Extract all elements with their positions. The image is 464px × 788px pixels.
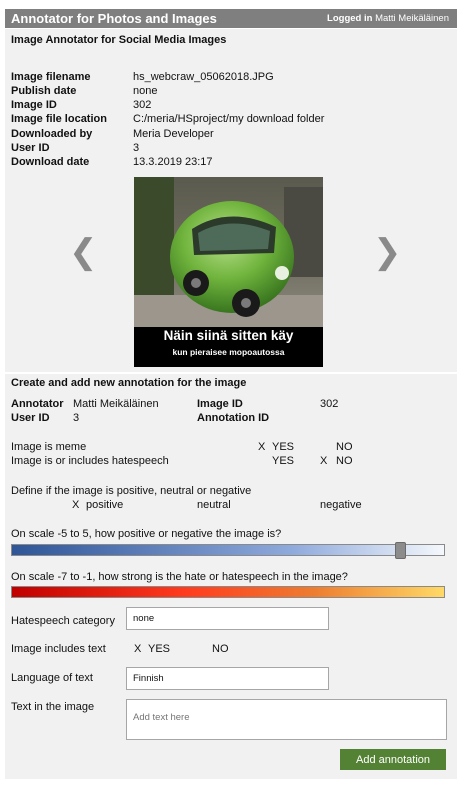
- add-annotation-button[interactable]: Add annotation: [340, 749, 446, 770]
- app-title: Annotator for Photos and Images: [11, 11, 217, 26]
- hate-scale-question: On scale -7 to -1, how strong is the hat…: [11, 571, 348, 583]
- field-value-filename: hs_webcraw_05062018.JPG: [133, 71, 274, 83]
- meme-no-option[interactable]: NO: [336, 441, 353, 453]
- field-value-download-date: 13.3.2019 23:17: [133, 156, 213, 168]
- hatespeech-yes-option[interactable]: YES: [272, 455, 294, 467]
- includes-text-no-option[interactable]: NO: [212, 643, 229, 655]
- text-in-image-field[interactable]: [126, 699, 447, 740]
- logged-in-user: Matti Meikäläinen: [375, 13, 449, 24]
- text-in-image-label: Text in the image: [11, 701, 95, 713]
- sentiment-neutral-option[interactable]: neutral: [197, 499, 231, 511]
- sentiment-selected-mark: X: [72, 499, 80, 511]
- image-id-label: Image ID: [197, 398, 243, 410]
- hatespeech-question: Image is or includes hatespeech: [11, 455, 169, 467]
- sentiment-positive-option[interactable]: positive: [86, 499, 123, 511]
- field-label-user-id: User ID: [11, 142, 50, 154]
- includes-text-yes-mark: X: [134, 643, 142, 655]
- user-id-value: 3: [73, 412, 80, 424]
- image-section-title: Image Annotator for Social Media Images: [11, 34, 227, 46]
- meme-yes-mark: X: [258, 441, 266, 453]
- meme-yes-option[interactable]: YES: [272, 441, 294, 453]
- field-value-downloaded-by: Meria Developer: [133, 128, 214, 140]
- image-id-value: 302: [320, 398, 339, 410]
- sentiment-question: Define if the image is positive, neutral…: [11, 485, 252, 497]
- field-value-publish-date: none: [133, 85, 158, 97]
- annotation-id-label: Annotation ID: [197, 412, 270, 424]
- field-label-filename: Image filename: [11, 71, 91, 83]
- chevron-right-icon[interactable]: ❯: [373, 235, 402, 269]
- annotator-value: Matti Meikäläinen: [73, 398, 159, 410]
- meme-image: Näin siinä sitten käy kun pieraisee mopo…: [134, 177, 323, 367]
- hatespeech-no-mark: X: [320, 455, 328, 467]
- chevron-left-icon[interactable]: ❮: [69, 235, 98, 269]
- user-id-label: User ID: [11, 412, 50, 424]
- hatespeech-no-option[interactable]: NO: [336, 455, 353, 467]
- hate-scale-slider[interactable]: [11, 586, 445, 598]
- includes-text-question: Image includes text: [11, 643, 106, 655]
- field-label-image-id: Image ID: [11, 99, 57, 111]
- logged-in-label: Logged in: [327, 13, 373, 24]
- field-label-file-location: Image file location: [11, 113, 107, 125]
- hatespeech-category-field[interactable]: [126, 607, 329, 630]
- positive-scale-thumb[interactable]: [395, 542, 406, 559]
- language-field[interactable]: [126, 667, 329, 690]
- field-label-publish-date: Publish date: [11, 85, 77, 97]
- field-value-image-id: 302: [133, 99, 152, 111]
- meme-question: Image is meme: [11, 441, 87, 453]
- annotator-window: Annotator for Photos and Images Logged i…: [5, 9, 457, 779]
- annotator-label: Annotator: [11, 398, 64, 410]
- field-label-downloaded-by: Downloaded by: [11, 128, 93, 140]
- meme-caption-sub: kun pieraisee mopoautossa: [172, 347, 285, 357]
- field-label-download-date: Download date: [11, 156, 90, 168]
- annotation-section-title: Create and add new annotation for the im…: [11, 377, 247, 389]
- title-bar: Annotator for Photos and Images Logged i…: [5, 9, 457, 28]
- includes-text-yes-option[interactable]: YES: [148, 643, 170, 655]
- image-info-panel: Image Annotator for Social Media Images …: [5, 29, 457, 372]
- field-value-user-id: 3: [133, 142, 140, 154]
- sentiment-negative-option[interactable]: negative: [320, 499, 362, 511]
- logged-in-status: Logged in Matti Meikäläinen: [327, 13, 449, 24]
- hatespeech-category-label: Hatespeech category: [11, 615, 115, 627]
- meme-caption-main: Näin siinä sitten käy: [163, 328, 294, 343]
- positive-scale-slider[interactable]: [11, 542, 445, 559]
- language-label: Language of text: [11, 672, 93, 684]
- positive-scale-question: On scale -5 to 5, how positive or negati…: [11, 528, 282, 540]
- field-value-file-location: C:/meria/HSproject/my download folder: [133, 113, 325, 125]
